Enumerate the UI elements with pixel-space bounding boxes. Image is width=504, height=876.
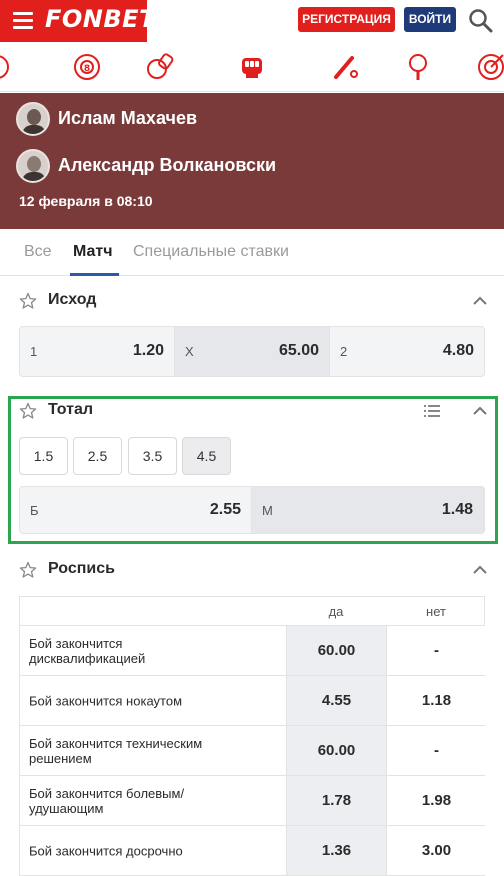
odd-draw[interactable]: X 65.00 (175, 327, 330, 376)
odd-away[interactable]: 2 4.80 (330, 327, 484, 376)
prop-name: Бой закончится нокаутом (29, 693, 183, 708)
snooker-icon[interactable]: 8 (72, 52, 102, 82)
menu-icon[interactable] (13, 12, 33, 29)
sport-partial-icon[interactable] (0, 52, 12, 82)
odd-under[interactable]: М 1.48 (252, 487, 484, 533)
volleyball-icon[interactable] (145, 52, 175, 82)
odd-no[interactable]: 1.98 (386, 776, 486, 825)
odd-label: М (262, 503, 273, 518)
cricket-icon[interactable] (330, 52, 360, 82)
odd-yes[interactable]: 60.00 (286, 726, 386, 775)
total-option[interactable]: 2.5 (73, 437, 122, 475)
star-icon[interactable] (19, 561, 37, 579)
tab-match[interactable]: Матч (73, 243, 113, 261)
outcome-odds: 1 1.20 X 65.00 2 4.80 (19, 326, 485, 377)
prop-name: Бой закончится болевым/ удушающим (29, 785, 185, 816)
fighter2-avatar (16, 149, 50, 183)
table-row: Бой закончится техническим решением 60.0… (19, 726, 486, 776)
odd-label: X (185, 344, 194, 359)
odd-value: 65.00 (278, 342, 319, 359)
table-row: Бой закончится дисквалификацией 60.00 - (19, 626, 486, 676)
star-icon[interactable] (19, 292, 37, 310)
list-icon[interactable] (424, 405, 440, 418)
odd-yes[interactable]: 4.55 (286, 676, 386, 725)
odd-value: 4.80 (442, 342, 474, 359)
total-option[interactable]: 1.5 (19, 437, 68, 475)
odd-yes[interactable]: 60.00 (286, 626, 386, 675)
odd-value: 1.20 (132, 342, 164, 359)
chevron-up-icon[interactable] (472, 296, 488, 306)
odd-label: 1 (30, 344, 38, 359)
match-header: Ислам Махачев Александр Волкановски 12 ф… (0, 93, 504, 229)
odd-label: Б (30, 503, 39, 518)
odd-no[interactable]: 1.18 (386, 676, 486, 725)
prop-name: Бой закончится досрочно (29, 843, 183, 858)
odd-over[interactable]: Б 2.55 (20, 487, 252, 533)
odd-no[interactable]: - (386, 726, 486, 775)
total-option-selected[interactable]: 4.5 (182, 437, 231, 475)
odd-yes[interactable]: 1.36 (286, 826, 386, 875)
props-title: Роспись (48, 560, 115, 577)
sports-nav: 8 (0, 42, 504, 92)
odd-value: 1.48 (441, 501, 473, 518)
props-table-header: да нет (19, 596, 485, 626)
odd-value: 2.55 (209, 501, 241, 518)
market-tabs: Все Матч Специальные ставки (0, 229, 504, 276)
register-button[interactable]: РЕГИСТРАЦИЯ (298, 7, 395, 32)
star-icon[interactable] (19, 402, 37, 420)
chevron-up-icon[interactable] (472, 406, 488, 416)
col-yes-header: да (328, 604, 344, 619)
total-option[interactable]: 3.5 (128, 437, 177, 475)
fighter2-name: Александр Волкановски (58, 155, 277, 175)
odd-yes[interactable]: 1.78 (286, 776, 386, 825)
search-icon[interactable] (468, 8, 494, 34)
prop-name: Бой закончится дисквалификацией (29, 635, 146, 666)
login-button[interactable]: ВОЙТИ (404, 7, 456, 32)
odd-home[interactable]: 1 1.20 (20, 327, 175, 376)
table-tennis-icon[interactable] (403, 52, 433, 82)
col-no-header: нет (426, 604, 446, 619)
top-bar: FONBET РЕГИСТРАЦИЯ ВОЙТИ (0, 0, 504, 42)
table-row: Бой закончится нокаутом 4.55 1.18 (19, 676, 486, 726)
fighter1-name: Ислам Махачев (58, 108, 198, 128)
odd-no[interactable]: - (386, 626, 486, 675)
chevron-up-icon[interactable] (472, 565, 488, 575)
brand-area: FONBET (0, 0, 155, 42)
table-row: Бой закончится досрочно 1.36 3.00 (19, 826, 486, 876)
tab-all[interactable]: Все (24, 243, 52, 261)
svg-text:8: 8 (84, 64, 90, 74)
total-title: Тотал (48, 401, 94, 418)
fonbet-logo[interactable]: FONBET (45, 5, 156, 33)
darts-icon[interactable] (476, 52, 504, 82)
tab-special[interactable]: Специальные ставки (133, 243, 289, 261)
outcome-title: Исход (48, 291, 97, 308)
total-odds: Б 2.55 М 1.48 (19, 486, 485, 534)
match-date: 12 февраля в 08:10 (19, 193, 153, 209)
odd-label: 2 (340, 344, 348, 359)
active-tab-indicator (70, 273, 119, 276)
mma-glove-icon[interactable] (237, 52, 267, 82)
prop-name: Бой закончится техническим решением (29, 735, 203, 766)
fighter1-avatar (16, 102, 50, 136)
table-row: Бой закончится болевым/ удушающим 1.78 1… (19, 776, 486, 826)
odd-no[interactable]: 3.00 (386, 826, 486, 875)
